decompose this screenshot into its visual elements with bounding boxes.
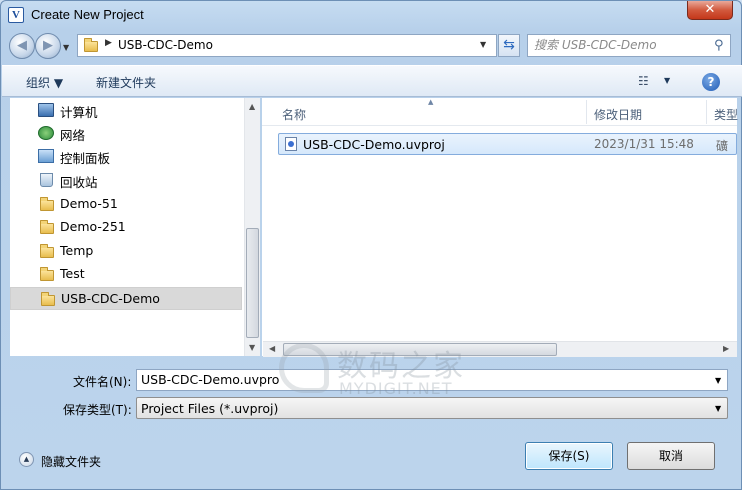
sidebar-item-computer[interactable]: 计算机	[10, 99, 242, 122]
breadcrumb-current-folder[interactable]: USB-CDC-Demo	[118, 38, 213, 52]
view-options-chevron-icon[interactable]: ▼	[664, 76, 670, 85]
navigation-pane-scrollbar[interactable]: ▲ ▼	[244, 98, 260, 356]
sidebar-item-label: 控制面板	[60, 151, 111, 166]
sidebar-item-control-panel[interactable]: 控制面板	[10, 145, 242, 168]
refresh-button[interactable]: ⇆	[498, 34, 520, 57]
control-panel-icon	[38, 149, 54, 163]
filetype-selected-value: Project Files (*.uvproj)	[141, 401, 279, 416]
search-input[interactable]	[534, 38, 710, 52]
file-modified-date: 2023/1/31 15:48	[594, 137, 694, 151]
column-header-modified[interactable]: 修改日期	[594, 106, 642, 123]
file-list-pane: 名称 ▲ 修改日期 类型 USB-CDC-Demo.uvproj 2023/1/…	[262, 98, 738, 356]
filename-dropdown-chevron-icon[interactable]: ▼	[715, 376, 721, 385]
sidebar-item-test[interactable]: Test	[10, 263, 242, 286]
command-toolbar: 组织 ▼ 新建文件夹 ☷ ▼ ?	[2, 65, 742, 97]
scroll-down-icon[interactable]: ▼	[249, 343, 255, 352]
folder-icon	[40, 197, 54, 211]
view-options-icon[interactable]: ☷	[638, 74, 649, 88]
computer-icon	[38, 103, 54, 117]
sidebar-item-demo-251[interactable]: Demo-251	[10, 216, 242, 239]
sidebar-item-network[interactable]: 网络	[10, 122, 242, 145]
filename-label: 文件名(N):	[73, 375, 132, 389]
recent-locations-chevron-icon[interactable]: ▼	[63, 43, 69, 52]
help-button[interactable]: ?	[702, 73, 720, 91]
filetype-dropdown-chevron-icon[interactable]: ▼	[715, 404, 721, 413]
address-history-chevron-icon[interactable]: ▼	[480, 40, 486, 49]
organize-menu-button[interactable]: 组织 ▼	[26, 74, 63, 91]
title-bar[interactable]: V Create New Project ✕	[1, 1, 741, 29]
file-type: 礦	[716, 139, 729, 153]
new-folder-button[interactable]: 新建文件夹	[96, 74, 156, 91]
column-divider[interactable]	[706, 100, 707, 124]
filename-combobox[interactable]: ▼	[136, 369, 728, 391]
hide-folders-label: 隐藏文件夹	[41, 455, 102, 469]
recycle-bin-icon	[40, 173, 53, 187]
scroll-left-icon[interactable]: ◀	[269, 344, 275, 353]
file-row[interactable]: USB-CDC-Demo.uvproj 2023/1/31 15:48 礦	[278, 133, 737, 155]
scrollbar-thumb[interactable]	[246, 228, 259, 338]
breadcrumb-separator-icon[interactable]: ▶	[105, 38, 112, 48]
column-header-type[interactable]: 类型	[714, 106, 738, 123]
navigation-bar: ◀ ▶ ▼ ▶ USB-CDC-Demo ▼ ⇆ ⚲	[1, 29, 741, 63]
folder-icon	[40, 267, 54, 281]
sidebar-item-label: Test	[60, 266, 85, 281]
file-name: USB-CDC-Demo.uvproj	[303, 137, 445, 152]
sidebar-item-recycle-bin[interactable]: 回收站	[10, 169, 242, 192]
sidebar-item-demo-51[interactable]: Demo-51	[10, 193, 242, 216]
window-title: Create New Project	[31, 7, 144, 22]
sidebar-item-label: Temp	[60, 243, 94, 258]
forward-button[interactable]: ▶	[35, 33, 61, 59]
file-list-horizontal-scrollbar[interactable]: ◀ ▶	[263, 341, 737, 357]
back-button[interactable]: ◀	[9, 33, 35, 59]
folder-icon	[41, 292, 55, 306]
sidebar-item-usb-cdc-demo[interactable]: USB-CDC-Demo	[10, 287, 242, 310]
scrollbar-thumb[interactable]	[283, 343, 557, 356]
navigation-pane: 计算机 网络 控制面板 回收站 Demo-51 Demo-251 Temp Te…	[10, 98, 260, 356]
sidebar-item-label: 网络	[60, 128, 86, 143]
sidebar-item-label: Demo-251	[60, 219, 126, 234]
filetype-select[interactable]: Project Files (*.uvproj) ▼	[136, 397, 728, 419]
search-box[interactable]: ⚲	[527, 34, 731, 57]
refresh-icon: ⇆	[503, 37, 515, 53]
network-icon	[38, 126, 54, 140]
sidebar-item-temp[interactable]: Temp	[10, 240, 242, 263]
search-icon[interactable]: ⚲	[714, 38, 724, 53]
close-button[interactable]: ✕	[687, 1, 733, 20]
sidebar-item-label: USB-CDC-Demo	[61, 291, 160, 306]
sort-ascending-icon: ▲	[428, 98, 434, 106]
folder-icon	[40, 220, 54, 234]
uvproj-file-icon	[285, 137, 297, 151]
sidebar-item-label: 计算机	[60, 105, 98, 120]
sidebar-item-label: 回收站	[60, 175, 98, 190]
column-header-name[interactable]: 名称	[282, 106, 306, 123]
folder-icon	[84, 38, 98, 52]
folder-icon	[40, 244, 54, 258]
cancel-button[interactable]: 取消	[627, 442, 715, 470]
save-button[interactable]: 保存(S)	[525, 442, 613, 470]
scroll-up-icon[interactable]: ▲	[249, 102, 255, 111]
sidebar-item-label: Demo-51	[60, 196, 118, 211]
address-bar[interactable]: ▶ USB-CDC-Demo ▼	[77, 34, 497, 57]
filename-input[interactable]	[141, 372, 279, 387]
scroll-right-icon[interactable]: ▶	[723, 344, 729, 353]
keil-app-icon: V	[8, 7, 24, 23]
column-header-row: 名称 ▲ 修改日期 类型	[262, 98, 738, 126]
column-divider[interactable]	[586, 100, 587, 124]
filetype-label: 保存类型(T):	[63, 403, 132, 417]
chevron-up-icon: ▲	[19, 452, 34, 467]
dialog-window: V Create New Project ✕ ◀ ▶ ▼ ▶ USB-CDC-D…	[0, 0, 742, 490]
